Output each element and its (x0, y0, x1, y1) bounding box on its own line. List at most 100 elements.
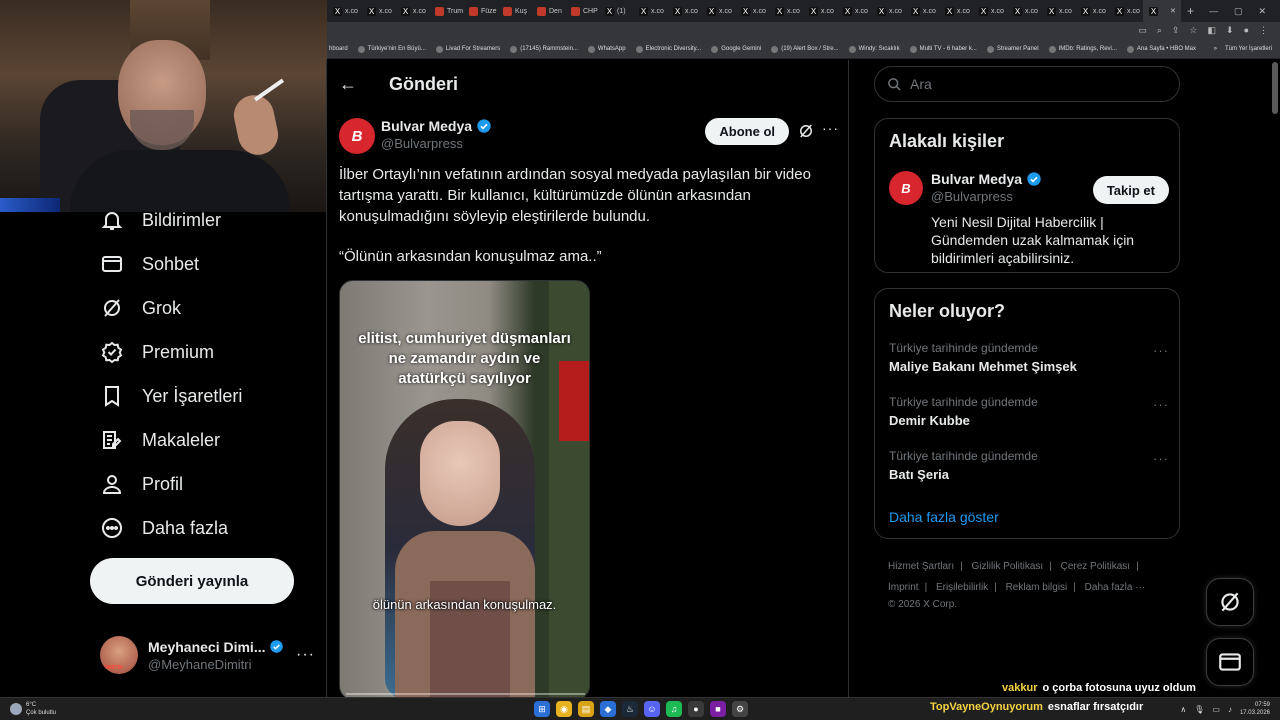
star-icon[interactable]: ☆ (1189, 25, 1197, 36)
footer-link[interactable]: Gizlilik Politikası (972, 561, 1044, 572)
maximize-icon[interactable]: ▢ (1234, 6, 1243, 17)
browser-tab[interactable]: X (1) (599, 0, 633, 22)
bookmark-item[interactable]: Livad For Streamers (435, 45, 500, 53)
file-explorer-icon[interactable]: ▤ (578, 701, 594, 717)
close-tab-icon[interactable]: ✕ (1170, 7, 1176, 15)
browser-tab[interactable]: X ✕ (1143, 0, 1181, 22)
post-button[interactable]: Gönderi yayınla (90, 558, 294, 604)
extensions-icon[interactable]: ◧ (1208, 25, 1217, 36)
post-video[interactable]: elitist, cumhuriyet düşmanları ne zamand… (339, 280, 590, 700)
search-box[interactable] (874, 66, 1180, 102)
browser-tab[interactable]: Xx.co (905, 0, 939, 22)
grok-fab-button[interactable] (1206, 578, 1254, 626)
stream-app-icon[interactable]: ■ (710, 701, 726, 717)
bookmark-item[interactable]: (19) Alert Box / Stre... (771, 45, 839, 53)
bookmark-item[interactable]: Streamer Panel (986, 45, 1039, 53)
browser-tab[interactable]: Kuş (497, 0, 531, 22)
close-window-icon[interactable]: ✕ (1258, 6, 1266, 17)
footer-link[interactable]: Daha fazla ··· (1085, 582, 1146, 593)
profile-avatar-icon[interactable]: ● (1244, 25, 1249, 36)
browser-tab[interactable]: Xx.co (1007, 0, 1041, 22)
browser-tab[interactable]: Xx.co (871, 0, 905, 22)
browser-tab[interactable]: Xx.co (1041, 0, 1075, 22)
mic-icon[interactable]: 🎙 (1194, 705, 1204, 714)
bookmark-item[interactable]: Electronic Diversity... (635, 45, 701, 53)
menu-kebab-icon[interactable]: ⋮ (1259, 25, 1268, 36)
related-avatar[interactable]: B (889, 171, 923, 205)
weather-widget[interactable]: 6°C Çok bulutlu (10, 701, 56, 717)
author-name[interactable]: Bulvar Medya (381, 118, 472, 134)
bookmark-item[interactable]: (17145) Rammstein... (510, 45, 578, 53)
settings-app-icon[interactable]: ⚙ (732, 701, 748, 717)
share-icon[interactable]: ⇪ (1172, 25, 1180, 36)
app-icon[interactable]: ◆ (600, 701, 616, 717)
bookmark-item[interactable]: Türkiye'nin En Büyü... (357, 45, 426, 53)
trend-more-icon[interactable]: ··· (1153, 397, 1169, 412)
footer-link[interactable]: Imprint (888, 582, 919, 593)
subscribe-button[interactable]: Abone ol (705, 118, 789, 145)
nav-item-notifications[interactable]: Bildirimler (100, 200, 221, 240)
browser-tab[interactable]: Xx.co (361, 0, 395, 22)
footer-link[interactable]: Erişilebilirlik (936, 582, 988, 593)
nav-item-bookmarks[interactable]: Yer İşaretleri (100, 376, 242, 416)
browser-tab[interactable]: Xx.co (803, 0, 837, 22)
browser-tab[interactable]: Füze (463, 0, 497, 22)
discord-icon[interactable]: ☺ (644, 701, 660, 717)
bookmark-item[interactable]: WhatsApp (587, 45, 626, 53)
browser-tab[interactable]: Xx.co (837, 0, 871, 22)
bookmarks-overflow[interactable]: » (1214, 46, 1217, 52)
browser-tab[interactable]: Xx.co (1075, 0, 1109, 22)
browser-tab[interactable]: Xx.co (667, 0, 701, 22)
back-arrow-icon[interactable]: ← (339, 74, 359, 95)
tray-chevron-icon[interactable]: ∧ (1180, 705, 1186, 714)
bookmark-item[interactable]: Google Gemini (711, 45, 761, 53)
bookmark-item[interactable]: IMDb: Ratings, Revi... (1048, 45, 1117, 53)
nav-item-premium[interactable]: Premium (100, 332, 214, 372)
download-icon[interactable]: ⬇ (1226, 25, 1234, 36)
browser-tab[interactable]: Xx.co (701, 0, 735, 22)
nav-item-more[interactable]: Daha fazla (100, 508, 228, 548)
browser-tab[interactable]: Xx.co (939, 0, 973, 22)
network-icon[interactable]: ▭ (1212, 705, 1220, 714)
cast-icon[interactable]: ▭ (1138, 25, 1147, 36)
nav-item-grok[interactable]: Grok (100, 288, 181, 328)
trend-item[interactable]: Türkiye tarihinde gündemde Maliye Bakanı… (889, 341, 1169, 374)
page-scrollbar[interactable] (1272, 62, 1278, 114)
browser-tab[interactable]: Xx.co (327, 0, 361, 22)
browser-tab[interactable]: Xx.co (1109, 0, 1143, 22)
clock[interactable]: 07:59 17.03.2026 (1240, 701, 1270, 717)
footer-link[interactable]: Reklam bilgisi (1006, 582, 1068, 593)
browser-tab[interactable]: Trum (429, 0, 463, 22)
account-more-icon[interactable]: ··· (296, 646, 315, 664)
browser-tab[interactable]: Den (531, 0, 565, 22)
minimize-icon[interactable]: — (1209, 6, 1218, 16)
bookmark-item[interactable]: hboard (329, 46, 348, 52)
nav-item-articles[interactable]: Makaleler (100, 420, 220, 460)
video-progress-bar[interactable] (346, 693, 585, 695)
messages-fab-button[interactable] (1206, 638, 1254, 686)
author-handle[interactable]: @Bulvarpress (381, 136, 492, 151)
new-tab-icon[interactable]: + (1187, 4, 1194, 18)
author-avatar[interactable]: B (339, 118, 375, 154)
volume-icon[interactable]: ♪ (1228, 705, 1232, 714)
trend-item[interactable]: Türkiye tarihinde gündemde Demir Kubbe ·… (889, 395, 1169, 428)
trend-item[interactable]: Türkiye tarihinde gündemde Batı Şeria ··… (889, 449, 1169, 482)
chrome-icon[interactable]: ◉ (556, 701, 572, 717)
all-bookmarks-folder[interactable]: Tüm Yer İşaretleri (1225, 46, 1272, 52)
footer-link[interactable]: Hizmet Şartları (888, 561, 954, 572)
bookmark-item[interactable]: Multi TV - 6 haber k... (909, 45, 977, 53)
trend-more-icon[interactable]: ··· (1153, 343, 1169, 358)
bookmark-item[interactable]: Ana Sayfa • HBO Max (1126, 45, 1196, 53)
windows-start-icon[interactable]: ⊞ (534, 701, 550, 717)
show-more-link[interactable]: Daha fazla göster (889, 509, 999, 525)
browser-tab[interactable]: Xx.co (395, 0, 429, 22)
nav-item-profile[interactable]: Profil (100, 464, 183, 504)
bookmark-item[interactable]: Windy: Sıcaklık (848, 45, 900, 53)
browser-tab[interactable]: CHP (565, 0, 599, 22)
zoom-icon[interactable]: ⌕ (1157, 25, 1162, 36)
follow-button[interactable]: Takip et (1092, 176, 1169, 204)
browser-tab[interactable]: Xx.co (633, 0, 667, 22)
related-name[interactable]: Bulvar Medya (931, 171, 1022, 187)
grok-icon[interactable] (797, 122, 815, 140)
trend-more-icon[interactable]: ··· (1153, 451, 1169, 466)
